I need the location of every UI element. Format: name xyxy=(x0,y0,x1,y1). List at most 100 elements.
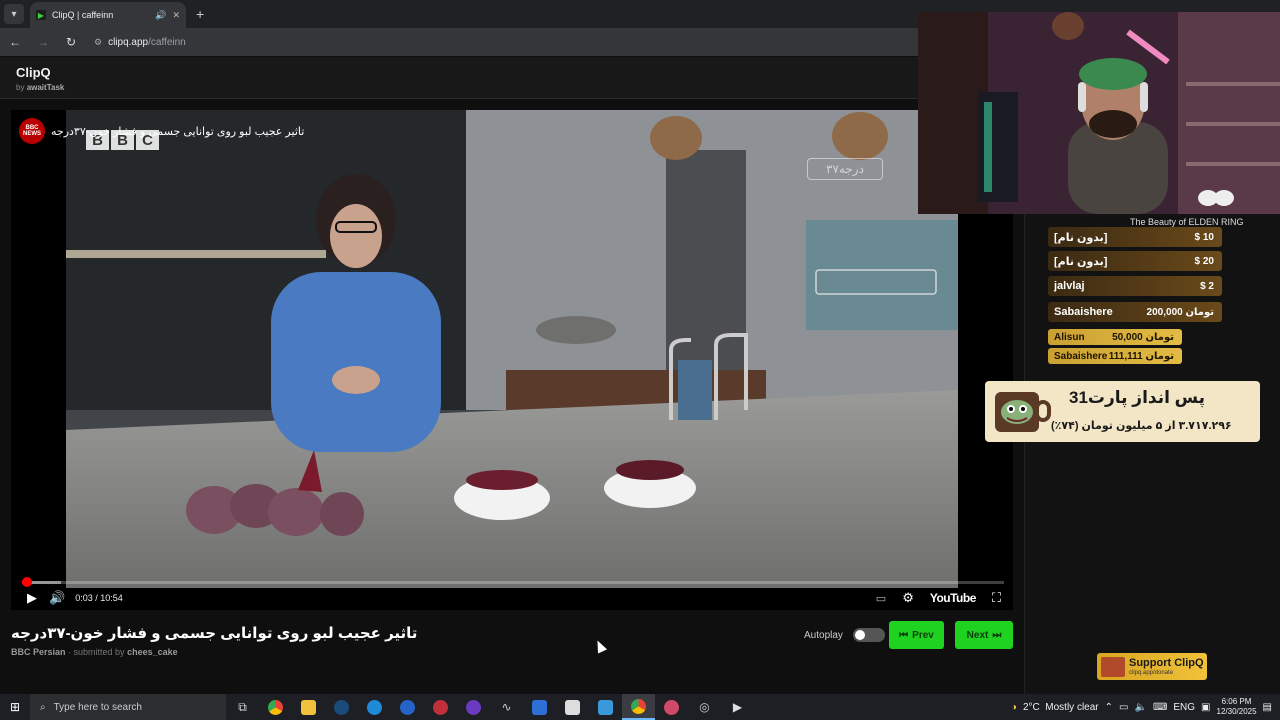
seek-bar[interactable] xyxy=(21,577,1004,587)
weather-text[interactable]: 2°C Mostly clear xyxy=(1023,702,1099,713)
app-red-icon[interactable] xyxy=(424,694,457,720)
play-favicon-icon: ▶ xyxy=(36,10,46,20)
next-label: Next xyxy=(966,629,989,641)
donation-amount: $ 2 xyxy=(1200,280,1214,292)
fullscreen-icon[interactable]: ⛶ xyxy=(992,590,1001,606)
autoplay-toggle[interactable] xyxy=(852,628,885,642)
video-meta: BBC Persian · submitted by chees_cake xyxy=(11,647,178,657)
donor-name: Sabaishere xyxy=(1054,350,1108,362)
tray-overflow-icon[interactable]: ⌃ xyxy=(1105,702,1113,713)
keyboard-icon[interactable]: ⌨ xyxy=(1153,702,1167,713)
chrome-active-icon[interactable] xyxy=(622,694,655,720)
donation-item: jalvlaj $ 2 xyxy=(1048,276,1222,296)
autoplay-control[interactable]: Autoplay xyxy=(804,628,885,642)
volume-icon[interactable]: 🔊 xyxy=(49,590,65,606)
support-clipq-button[interactable]: Support ClipQ clipq.app/donate xyxy=(1097,653,1207,680)
media-player-icon[interactable]: ▶ xyxy=(721,694,754,720)
obs-icon[interactable] xyxy=(457,694,490,720)
donation-item-small: Sabaishere 111,111 تومان xyxy=(1048,348,1182,364)
meta-separator: · submitted by xyxy=(65,647,128,657)
next-button[interactable]: Next ⏭ xyxy=(955,621,1013,649)
donation-item: [بدون نام] $ 20 xyxy=(1048,251,1222,271)
app-l-icon[interactable] xyxy=(523,694,556,720)
monitor-tray-icon[interactable]: ▣ xyxy=(1201,702,1210,713)
skip-back-icon: ⏮ xyxy=(899,629,909,641)
language-indicator[interactable]: ENG xyxy=(1173,702,1195,713)
webcam-overlay xyxy=(918,12,1280,214)
clock-date: 12/30/2025 xyxy=(1216,707,1257,716)
chrome-profile-icon[interactable] xyxy=(655,694,688,720)
webcam-image xyxy=(918,12,1280,214)
taskbar-clock[interactable]: 6:06 PM 12/30/2025 xyxy=(1217,697,1257,717)
donation-amount: $ 10 xyxy=(1194,231,1214,243)
site-logo[interactable]: ClipQ xyxy=(16,65,51,80)
donation-amount: 111,111 تومان xyxy=(1108,350,1174,362)
goal-title: پس انداز پارت31 xyxy=(1069,388,1206,407)
site-byline: by awaitTask xyxy=(16,83,64,92)
weather-icon[interactable]: ◑ xyxy=(1011,702,1017,713)
submitter-name[interactable]: chees_cake xyxy=(127,647,178,657)
prev-button[interactable]: ⏮ Prev xyxy=(889,621,944,649)
system-tray: ◑ 2°C Mostly clear ⌃ ▭ 🔈 ⌨ ENG ▣ 6:06 PM… xyxy=(1011,694,1280,720)
app-blue-icon[interactable] xyxy=(391,694,424,720)
taskbar-search[interactable]: ⌕ Type here to search xyxy=(30,694,226,720)
player-overlay-title[interactable]: BBC NEWS تاثیر عجیب لبو روی توانایی جسمی… xyxy=(19,118,304,144)
donation-amount: 50,000 تومان xyxy=(1112,331,1174,343)
new-tab-icon[interactable]: + xyxy=(196,6,204,22)
circle-app-icon[interactable]: ◎ xyxy=(688,694,721,720)
network-icon[interactable]: ▭ xyxy=(1119,702,1128,713)
monitor-app-icon[interactable] xyxy=(589,694,622,720)
chrome-icon[interactable] xyxy=(259,694,292,720)
forward-arrow-icon[interactable]: → xyxy=(36,35,50,49)
video-frame[interactable] xyxy=(66,110,958,588)
support-thumbnail xyxy=(1101,656,1125,677)
channel-avatar[interactable]: BBC NEWS xyxy=(19,118,45,144)
donation-item: [بدون نام] $ 10 xyxy=(1048,227,1222,247)
byline-name: awaitTask xyxy=(26,83,65,92)
speaker-icon[interactable]: 🔊 xyxy=(155,10,166,21)
clock-time: 6:06 PM xyxy=(1221,697,1252,706)
donation-item: Sabaishere 200,000 تومان xyxy=(1048,302,1222,322)
donor-name: Sabaishere xyxy=(1054,306,1113,318)
current-time: 0:03 xyxy=(75,593,93,603)
channel-name[interactable]: BBC Persian xyxy=(11,647,66,657)
overlay-title-text[interactable]: تاثیر عجیب لبو روی توانایی جسمی و فشار خ… xyxy=(51,125,304,138)
reload-icon[interactable]: ↻ xyxy=(64,35,78,49)
notifications-icon[interactable]: ▤ xyxy=(1263,702,1272,713)
screen: ▾ ▶ ClipQ | caffeinn 🔊 ✕ + ← → ↻ ⚙ clipq… xyxy=(0,0,1280,720)
back-arrow-icon[interactable]: ← xyxy=(8,35,22,49)
window-app-icon[interactable] xyxy=(556,694,589,720)
youtube-logo[interactable]: YouTube xyxy=(930,591,977,605)
player-controls: ▶ 🔊 0:03 / 10:54 ▭ ⚙ YouTube ⛶ xyxy=(11,586,1013,610)
duration: 10:54 xyxy=(100,593,123,603)
video-player[interactable]: BBC NEWS تاثیر عجیب لبو روی توانایی جسمی… xyxy=(11,110,1013,610)
steam-icon[interactable] xyxy=(325,694,358,720)
donor-name: [بدون نام] xyxy=(1054,255,1108,268)
feed-caption: The Beauty of ELDEN RING xyxy=(1130,217,1244,227)
donation-amount: 200,000 تومان xyxy=(1146,306,1214,318)
close-tab-icon[interactable]: ✕ xyxy=(172,10,180,21)
donor-name: Alisun xyxy=(1054,331,1085,343)
browser-tab-active[interactable]: ▶ ClipQ | caffeinn 🔊 ✕ xyxy=(30,2,186,28)
file-explorer-icon[interactable] xyxy=(292,694,325,720)
site-info-icon[interactable]: ⚙ xyxy=(94,37,102,48)
speaker-tray-icon[interactable]: 🔈 xyxy=(1134,702,1146,713)
windows-start-icon[interactable]: ⊞ xyxy=(0,694,30,720)
task-view-icon[interactable]: ⧉ xyxy=(226,694,259,720)
captions-icon[interactable]: ▭ xyxy=(876,592,886,605)
audio-wave-icon[interactable]: ∿ xyxy=(490,694,523,720)
edge-icon[interactable] xyxy=(358,694,391,720)
play-icon[interactable]: ▶ xyxy=(27,590,37,606)
settings-gear-icon[interactable]: ⚙ xyxy=(902,590,914,606)
goal-progress-text: ۳.۷۱۷.۲۹۶ از ۵ میلیون تومان (۷۴٪) xyxy=(1051,420,1232,432)
donation-amount: $ 20 xyxy=(1194,255,1214,267)
donor-name: [بدون نام] xyxy=(1054,231,1108,244)
windows-taskbar: ⊞ ⌕ Type here to search ⧉ ∿ ◎ ▶ ◑ 2°C Mo… xyxy=(0,694,1280,720)
player-controls-right: ▭ ⚙ YouTube ⛶ xyxy=(876,586,1001,610)
tab-list-chevron-icon[interactable]: ▾ xyxy=(4,4,24,24)
donation-item-small: Alisun 50,000 تومان xyxy=(1048,329,1182,345)
search-placeholder: Type here to search xyxy=(53,701,142,713)
mouse-cursor xyxy=(592,638,608,654)
donor-name: jalvlaj xyxy=(1054,280,1085,292)
address-field[interactable]: ⚙ clipq.app/caffeinn xyxy=(94,37,186,48)
